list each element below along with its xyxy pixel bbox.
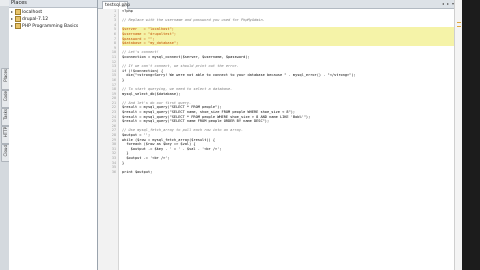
code-text: $output .= '<br />'; <box>122 156 170 160</box>
rail-tab-label: Tasks <box>3 109 8 120</box>
editor-tabbar: testsql.php × ◂ ▸ ▾ <box>98 0 454 9</box>
code-text: // Replace with the username and passwor… <box>122 18 265 23</box>
code-line: 36 print $output; <box>112 169 454 175</box>
projects-panel-title: Places <box>9 0 97 8</box>
project-folder-icon <box>15 22 21 29</box>
code-text: while ($row = mysql_fetch_array($result)… <box>122 137 216 142</box>
code-text: $result = mysql_query("SELECT * FROM peo… <box>122 114 311 119</box>
project-folder-icon <box>15 8 21 15</box>
code-text: $result = mysql_query("SELECT * FROM peo… <box>122 105 222 110</box>
code-text: $result = mysql_query("SELECT name FROM … <box>122 119 270 124</box>
project-tree-item[interactable]: ▸ PHP Programming Basics <box>9 22 97 29</box>
occurrence-mark[interactable] <box>457 26 461 27</box>
rail-tab-label: Cloud <box>3 145 8 157</box>
code-text: $server = "localhost"; <box>122 27 174 32</box>
code-text: $result = mysql_query("SELECT name, shoe… <box>122 110 296 115</box>
code-text: // And let's do our first query. <box>122 100 192 105</box>
code-text: die("<strong>Sorry! We were not able to … <box>122 73 356 78</box>
window-frame <box>462 0 480 270</box>
code-text: // Let's connect! <box>122 50 159 55</box>
code-text: $connection = mysql_connect($server, $us… <box>122 54 250 59</box>
code-text: foreach ($row as $key => $val) { <box>122 142 196 147</box>
tab-label: testsql.php <box>105 3 131 8</box>
code-text: $password = ""; <box>122 36 155 41</box>
rail-tab-label: HTTP <box>3 127 8 138</box>
project-tree-item[interactable]: ▸ drupal-7.12 <box>9 15 97 22</box>
occurrence-mark[interactable] <box>457 22 461 23</box>
scroll-tabs-right-icon[interactable]: ▸ <box>447 1 449 6</box>
code-text: } <box>122 160 125 165</box>
tab-testsql[interactable]: testsql.php × <box>102 1 131 9</box>
code-text: $output .= $key . ' = ' . $val . '<br />… <box>122 146 222 151</box>
code-editor: testsql.php × ◂ ▸ ▾ 1 <?php 2 3// Replace w… <box>98 0 454 270</box>
tab-close-icon[interactable]: × <box>123 2 126 9</box>
rail-tab-label: Code <box>3 91 8 102</box>
code-text: // Use mysql_fetch_array to pull each ro… <box>122 128 244 133</box>
code-text: mysql_select_db($database); <box>122 91 181 96</box>
code-text: <?php <box>122 9 133 13</box>
code-text: } <box>122 151 129 156</box>
code-text: // To start querying, we need to select … <box>122 87 233 92</box>
code-text: // If we can't connect, we should print … <box>122 64 239 69</box>
projects-panel: Places ▸ localhost ▸ drupal-7.12 ▸ PHP Progra… <box>9 0 98 270</box>
ide-window: Places Code Tasks HTTP Cloud Places ▸ loc… <box>0 0 480 270</box>
code-text: $output = ''; <box>122 133 151 138</box>
line-number: 36 <box>111 169 116 174</box>
project-tree: ▸ localhost ▸ drupal-7.12 ▸ PHP Programming B… <box>9 8 97 29</box>
project-tree-item[interactable]: ▸ localhost <box>9 8 97 15</box>
code-text: } <box>122 77 125 82</box>
project-tree-item-label: PHP Programming Basics <box>22 24 79 29</box>
code-text: $username = "drupaltest"; <box>122 31 177 36</box>
rail-tab-label: Places <box>3 69 8 82</box>
code-area[interactable]: 1 <?php 2 3// Replace with the username and… <box>112 9 454 270</box>
project-folder-icon <box>15 15 21 22</box>
code-text: print $output; <box>122 169 153 174</box>
code-text: $database = "my_database"; <box>122 41 179 46</box>
scroll-tabs-left-icon[interactable]: ◂ <box>442 1 444 6</box>
code-text: if (!$connection) { <box>122 68 164 73</box>
